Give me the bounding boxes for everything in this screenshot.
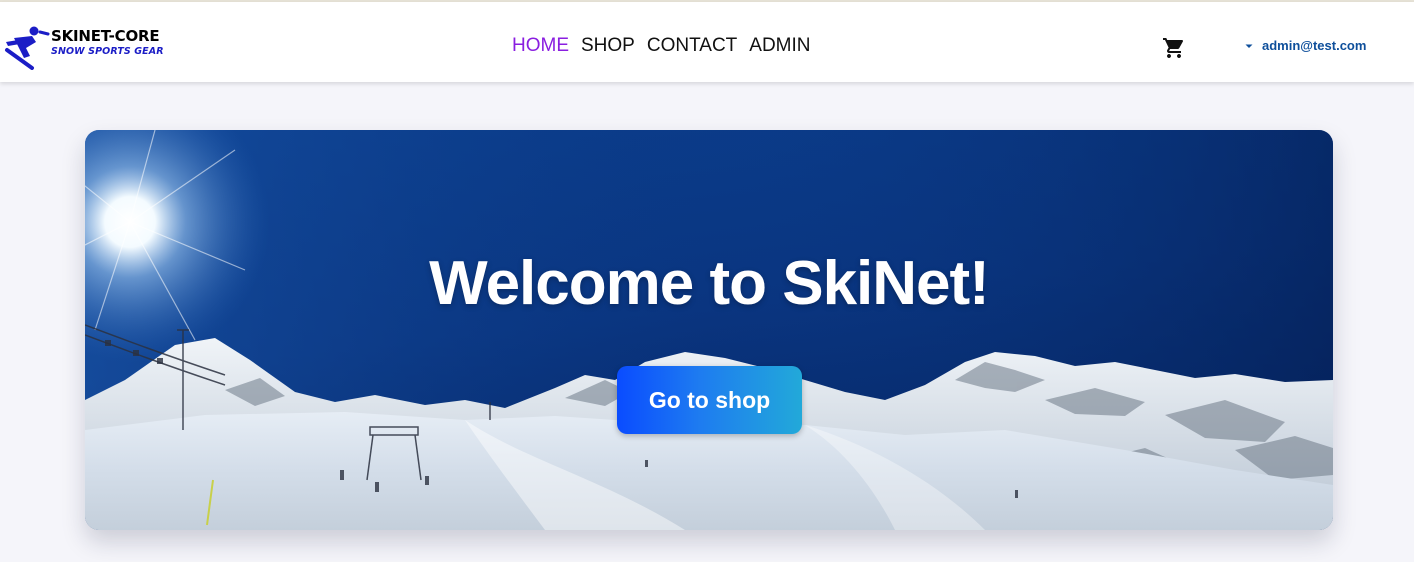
nav-contact-link[interactable]: CONTACT [647, 36, 737, 56]
cart-button[interactable] [1162, 36, 1186, 60]
main-nav: HOME SHOP CONTACT ADMIN [512, 36, 811, 56]
brand-name: SKINET-CORE [51, 27, 160, 45]
hero-banner: Welcome to SkiNet! Go to shop [85, 130, 1333, 530]
top-navbar: SKINET-CORE SNOW SPORTS GEAR HOME SHOP C… [0, 2, 1414, 82]
nav-shop-link[interactable]: SHOP [581, 36, 635, 56]
go-to-shop-button[interactable]: Go to shop [617, 366, 802, 434]
shopping-cart-icon [1163, 38, 1184, 58]
brand-logo[interactable]: SKINET-CORE SNOW SPORTS GEAR [4, 24, 164, 70]
hero-background-image [85, 130, 1333, 530]
user-email: admin@test.com [1262, 38, 1367, 53]
nav-home-link[interactable]: HOME [512, 36, 569, 56]
hero-title: Welcome to SkiNet! [429, 249, 990, 318]
caret-down-icon [1245, 44, 1253, 48]
nav-admin-link[interactable]: ADMIN [749, 36, 810, 56]
skier-logo-icon [5, 26, 50, 70]
brand-tagline: SNOW SPORTS GEAR [51, 46, 164, 57]
user-menu-trigger[interactable]: admin@test.com [1244, 38, 1366, 53]
